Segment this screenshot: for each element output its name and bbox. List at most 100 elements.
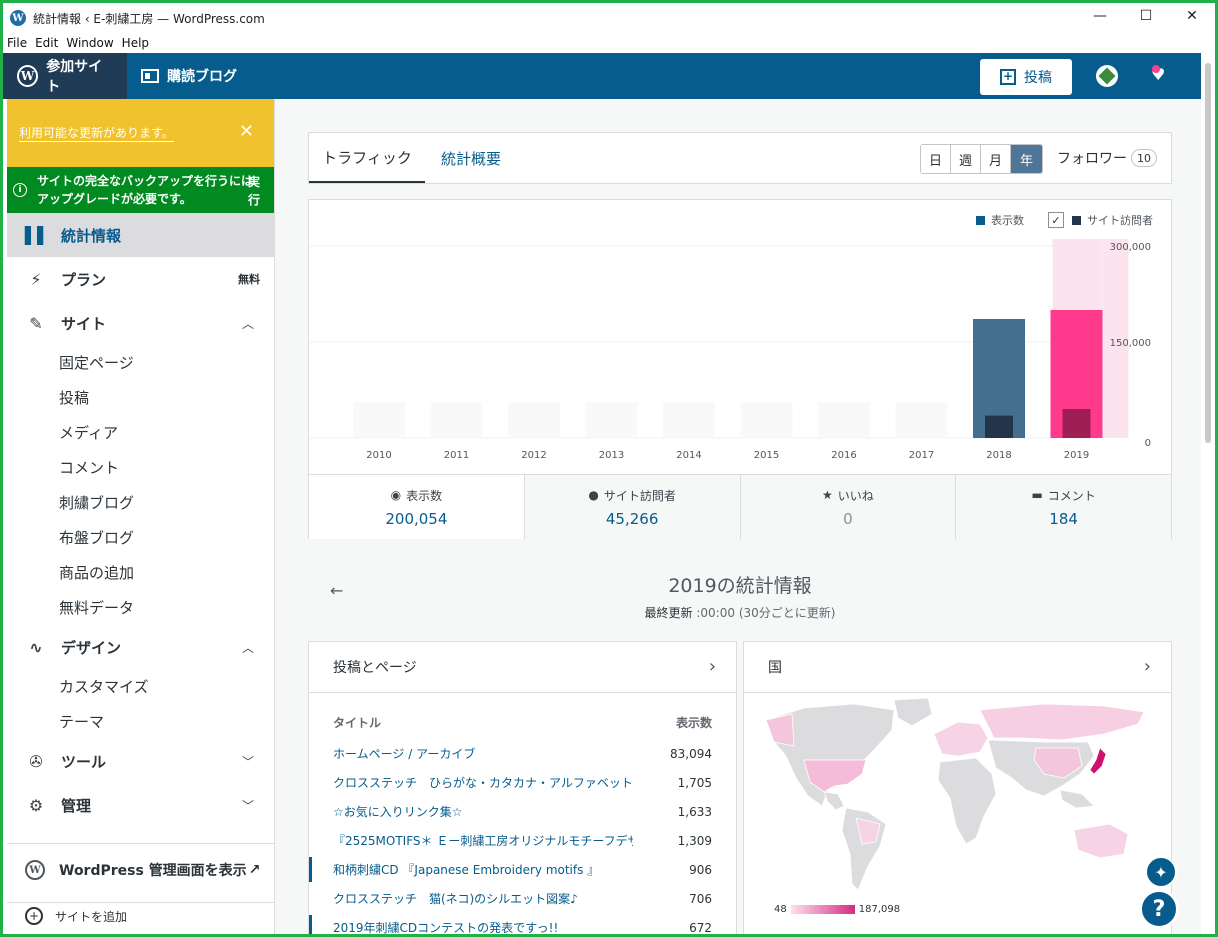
sidebar-sub-customize[interactable]: カスタマイズ (7, 669, 274, 704)
post-views: 906 (689, 862, 712, 877)
bar-chart: 2010 2011 2012 2013 2014 2015 2016 2017 2018 2019… (309, 239, 1151, 461)
wordpress-icon: W (25, 860, 45, 880)
stat-likes[interactable]: ★ いいね 0 (740, 475, 957, 539)
menu-bar: File Edit Window Help (3, 33, 1215, 53)
post-link[interactable]: ☆お気に入りリンク集☆ (333, 803, 633, 820)
post-link[interactable]: 2019年刺繍CDコンテストの発表ですっ!! (333, 919, 633, 934)
star-icon: ★ (821, 488, 833, 502)
add-site-link[interactable]: + サイトを追加 (7, 903, 274, 929)
legend-visitors-checkbox[interactable]: ✓ (1048, 212, 1064, 228)
bar-visitors (985, 415, 1013, 438)
y-tick-label: 300,000 (1110, 242, 1151, 253)
sidebar-item-manage[interactable]: ⚙ 管理 ﹀ (7, 783, 274, 827)
period-day[interactable]: 日 (921, 145, 951, 173)
add-site-label: サイトを追加 (55, 909, 128, 924)
post-link[interactable]: クロスステッチ ひらがな・カタカナ・アルファベット (333, 774, 633, 791)
stat-value: 45,266 (605, 509, 659, 528)
maximize-button[interactable]: ☐ (1123, 3, 1169, 29)
gear-icon: ⚙ (28, 795, 44, 815)
x-tick-label: 2016 (831, 450, 856, 461)
sidebar-sub-media[interactable]: メディア (7, 415, 274, 450)
sidebar-sub-pages[interactable]: 固定ページ (7, 345, 274, 380)
table-row: 『2525MOTIFS＊ Ｅー刺繍工房オリジナルモチーフデザ 1,309 (309, 826, 736, 855)
last-updated: 最終更新 :00:00 (30分ごとに更新) (308, 604, 1172, 621)
followers-link[interactable]: フォロワー 10 (1057, 148, 1157, 168)
sidebar-item-tools[interactable]: ✇ ツール ﹀ (7, 739, 274, 783)
window-controls: — ☐ ✕ (1077, 3, 1215, 29)
sidebar-sub-add-product[interactable]: 商品の追加 (7, 555, 274, 590)
info-icon: i (13, 183, 27, 197)
sidebar-item-site[interactable]: ✎ サイト ︿ (7, 301, 274, 345)
user-avatar[interactable] (1096, 65, 1118, 87)
reader-tab[interactable]: 購読ブログ (127, 53, 251, 99)
sidebar-item-design[interactable]: ∿ デザイン ︿ (7, 625, 274, 669)
minimize-button[interactable]: — (1077, 3, 1123, 29)
bar-empty (585, 402, 638, 438)
sidebar-item-stats[interactable]: ▌▌ 統計情報 (7, 213, 274, 257)
sidebar-sub-themes[interactable]: テーマ (7, 704, 274, 739)
stat-views[interactable]: ◉ 表示数 200,054 (309, 475, 525, 539)
bar-empty (895, 402, 948, 438)
stats-tab-bar: トラフィック 統計概要 日 週 月 年 フォロワー 10 (308, 132, 1172, 184)
countries-card-header[interactable]: 国 › (744, 642, 1171, 693)
write-post-label: 投稿 (1024, 70, 1052, 86)
back-arrow-icon[interactable]: ← (330, 581, 343, 600)
design-icon: ∿ (29, 637, 43, 657)
wp-admin-link[interactable]: W WordPress 管理画面を表示 ↗ (7, 844, 274, 896)
sidebar-sub-embroidery-blog[interactable]: 刺繍ブログ (7, 485, 274, 520)
x-tick-label: 2014 (676, 450, 701, 461)
sidebar-sub-posts[interactable]: 投稿 (7, 380, 274, 415)
stat-label: コメント (1047, 488, 1096, 503)
last-updated-label: 最終更新 (644, 606, 693, 620)
posts-pages-card: 投稿とページ › タイトル 表示数 ホームページ / アーカイブ 83,094 ク… (308, 641, 737, 934)
post-link[interactable]: 『2525MOTIFS＊ Ｅー刺繍工房オリジナルモチーフデザ (333, 832, 633, 849)
map-legend-min: 48 (774, 904, 787, 915)
close-icon[interactable]: ✕ (239, 121, 254, 142)
stat-visitors[interactable]: ● サイト訪問者 45,266 (524, 475, 741, 539)
chevron-right-icon[interactable]: › (1144, 656, 1151, 677)
scrollbar[interactable] (1201, 53, 1215, 934)
sidebar-sub-cloth-blog[interactable]: 布盤ブログ (7, 520, 274, 555)
y-tick-label: 0 (1145, 438, 1151, 449)
period-month[interactable]: 月 (981, 145, 1011, 173)
menu-file[interactable]: File (7, 36, 27, 50)
globe-icon[interactable]: ✦ (1145, 856, 1177, 888)
menu-edit[interactable]: Edit (35, 36, 58, 50)
tab-insights[interactable]: 統計概要 (441, 133, 501, 183)
tab-traffic[interactable]: トラフィック (309, 133, 425, 183)
post-link[interactable]: クロスステッチ 猫(ネコ)のシルエット図案♪ (333, 890, 633, 907)
col-title: タイトル (333, 716, 382, 730)
my-sites-tab[interactable]: W 参加サイト (3, 53, 127, 99)
posts-card-title: 投稿とページ (333, 660, 417, 676)
map-alaska (765, 713, 795, 747)
sidebar-item-plan[interactable]: ⚡ プラン 無料 (7, 257, 274, 301)
period-week[interactable]: 週 (951, 145, 981, 173)
main-content: トラフィック 統計概要 日 週 月 年 フォロワー 10 2010 2011 201… (275, 99, 1201, 934)
chevron-right-icon[interactable]: › (709, 656, 716, 677)
posts-table-header: タイトル 表示数 (309, 693, 736, 739)
comment-icon: ▬ (1031, 488, 1043, 502)
posts-card-header[interactable]: 投稿とページ › (309, 642, 736, 693)
scrollbar-thumb[interactable] (1205, 63, 1211, 443)
backup-action-link[interactable]: 実行 (248, 173, 262, 209)
write-post-button[interactable]: + 投稿 (980, 59, 1072, 95)
post-views: 1,705 (677, 775, 712, 790)
add-post-icon: + (1000, 69, 1016, 85)
post-link[interactable]: 和柄刺繍CD 『Japanese Embroidery motifs 』 (333, 861, 633, 878)
chevron-down-icon: ﹀ (241, 754, 254, 769)
col-views: 表示数 (675, 716, 712, 730)
map-legend-gradient (790, 905, 855, 914)
stat-comments[interactable]: ▬ コメント 184 (956, 475, 1171, 539)
notifications-button[interactable]: ♥ (1151, 65, 1173, 87)
stat-label: 表示数 (406, 488, 443, 503)
menu-window[interactable]: Window (66, 36, 113, 50)
post-link[interactable]: ホームページ / アーカイブ (333, 745, 633, 762)
stat-label: いいね (837, 488, 874, 503)
sidebar-sub-comments[interactable]: コメント (7, 450, 274, 485)
menu-help[interactable]: Help (122, 36, 149, 50)
period-year[interactable]: 年 (1011, 145, 1042, 173)
close-button[interactable]: ✕ (1169, 3, 1215, 29)
sidebar-sub-free-data[interactable]: 無料データ (7, 590, 274, 625)
help-button[interactable]: ? (1139, 889, 1179, 929)
update-notice-link[interactable]: 利用可能な更新があります。 (19, 124, 174, 142)
